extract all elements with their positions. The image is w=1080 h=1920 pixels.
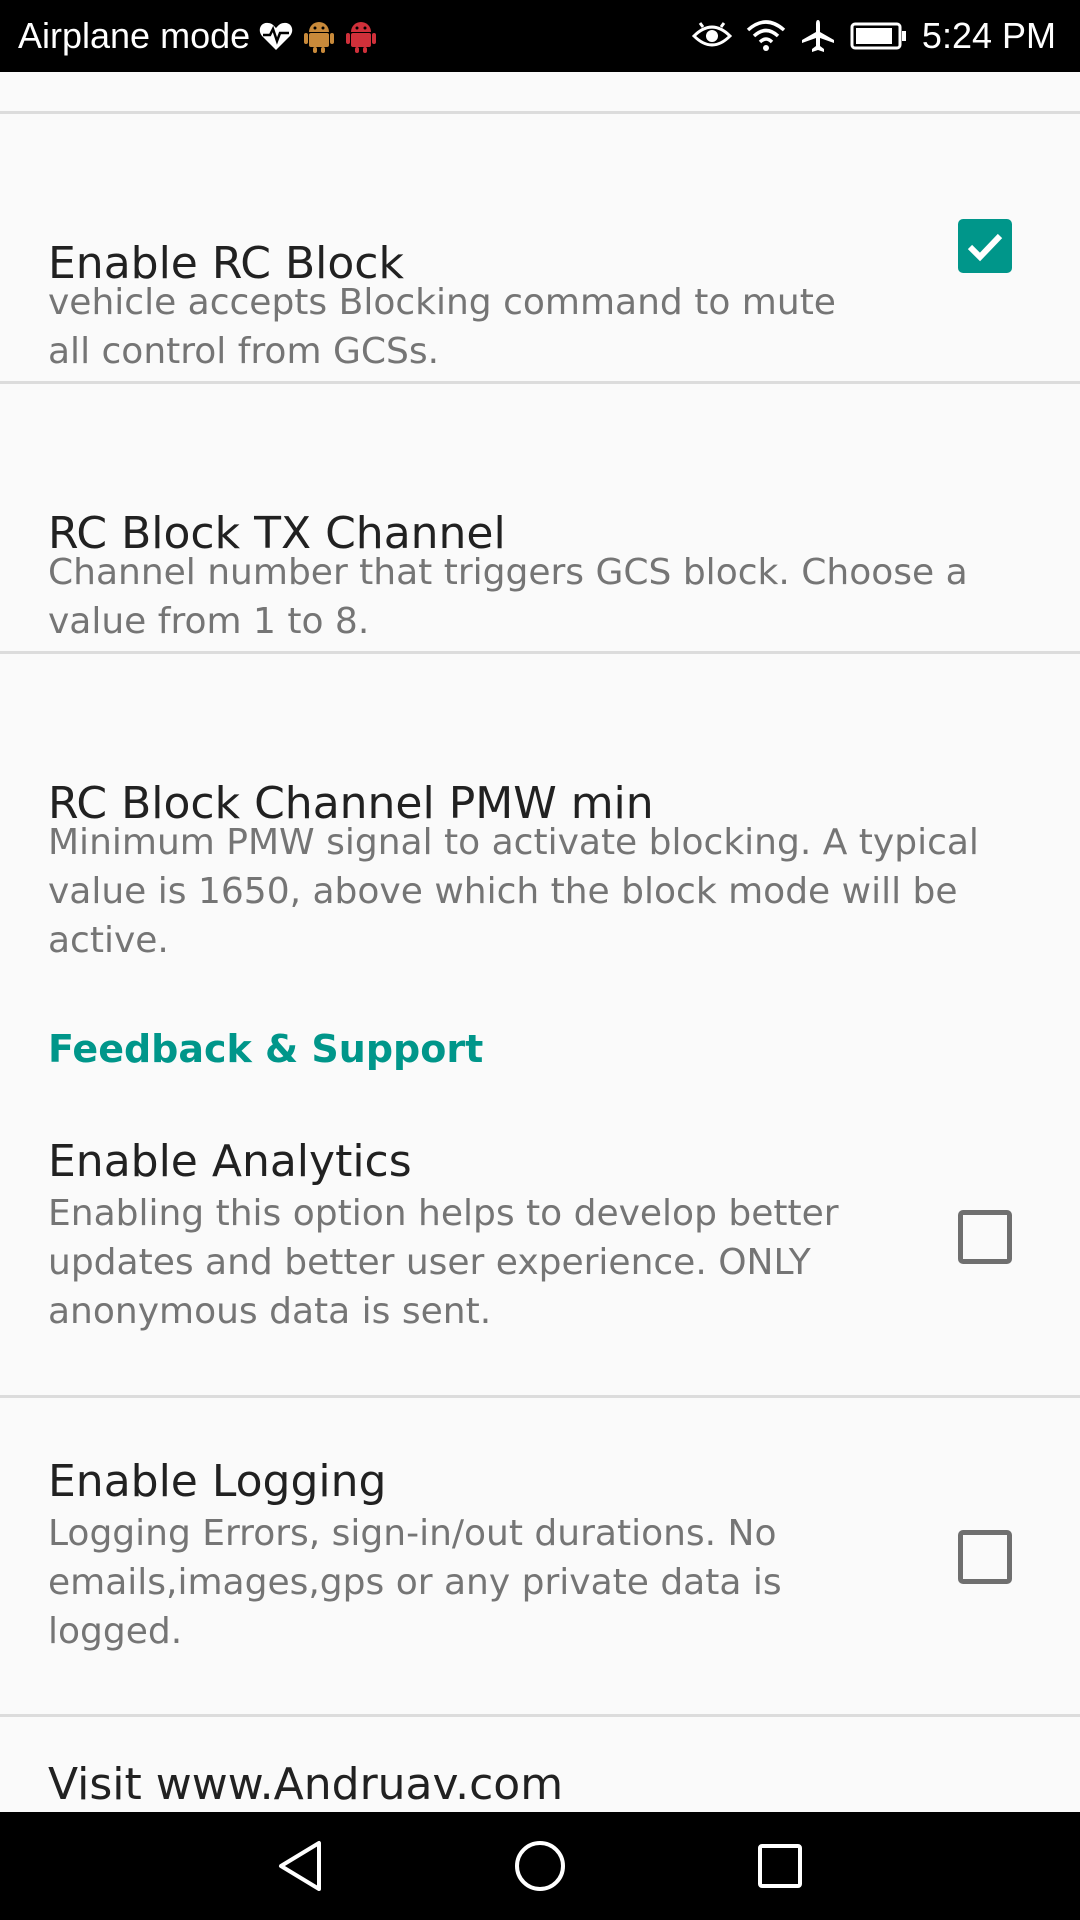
- pref-summary: Minimum PMW signal to activate blocking.…: [48, 822, 979, 961]
- status-bar-left: Airplane mode: [18, 0, 378, 72]
- pref-title: Enable Logging: [48, 1456, 387, 1507]
- back-icon: [279, 1841, 321, 1891]
- home-button[interactable]: [480, 1812, 600, 1920]
- eye-icon: [691, 21, 732, 51]
- status-bar-right: 5:24 PM: [691, 0, 1056, 72]
- airplane-icon: [800, 18, 836, 54]
- enable-logging-checkbox[interactable]: [958, 1530, 1012, 1584]
- status-time: 5:24 PM: [921, 15, 1056, 56]
- pref-summary: vehicle accepts Blocking command to mute…: [48, 282, 836, 372]
- status-bar: Airplane mode 5:24 PM: [0, 0, 1080, 72]
- airplane-mode-label: Airplane mode: [18, 15, 251, 56]
- pref-summary: Enabling this option helps to develop be…: [48, 1193, 839, 1332]
- pref-title: Visit www.Andruav.com: [48, 1759, 564, 1810]
- section-header-feedback-support: Feedback & Support: [48, 1027, 484, 1071]
- pref-visit-website[interactable]: Visit www.Andruav.com: [0, 1717, 1080, 1812]
- settings-list[interactable]: Enable RC Block vehicle accepts Blocking…: [0, 72, 1080, 1812]
- heart-pulse-icon: [258, 20, 294, 52]
- pref-enable-rc-block[interactable]: Enable RC Block vehicle accepts Blocking…: [0, 114, 1080, 382]
- recents-icon: [758, 1844, 802, 1888]
- recents-button[interactable]: [720, 1812, 840, 1920]
- android-bug-icon: [302, 18, 336, 54]
- battery-icon: [850, 21, 908, 51]
- pref-summary: Logging Errors, sign-in/out durations. N…: [48, 1513, 782, 1652]
- wifi-icon: [746, 20, 786, 52]
- enable-rc-block-checkbox[interactable]: [958, 219, 1012, 273]
- home-icon: [515, 1841, 565, 1891]
- android-bug-red-icon: [344, 18, 378, 54]
- pref-rc-block-pmw-min[interactable]: RC Block Channel PMW min Minimum PMW sig…: [0, 654, 1080, 964]
- navigation-bar: [0, 1812, 1080, 1920]
- back-button[interactable]: [240, 1812, 360, 1920]
- pref-enable-logging[interactable]: Enable Logging Logging Errors, sign-in/o…: [0, 1398, 1080, 1714]
- pref-summary: Channel number that triggers GCS block. …: [48, 552, 968, 642]
- enable-analytics-checkbox[interactable]: [958, 1210, 1012, 1264]
- pref-rc-block-tx-channel[interactable]: RC Block TX Channel Channel number that …: [0, 384, 1080, 652]
- check-icon: [967, 233, 1003, 262]
- pref-title: Enable Analytics: [48, 1136, 412, 1187]
